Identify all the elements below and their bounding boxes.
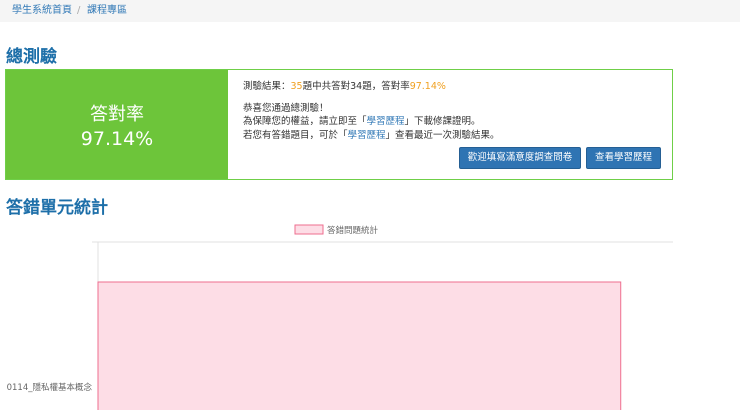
score-panel: 答對率 97.14% (6, 70, 228, 179)
congrats-message: 恭喜您通過總測驗！ (243, 103, 329, 114)
learning-history-link[interactable]: 學習歷程 (367, 116, 405, 127)
exam-result-box: 答對率 97.14% 測驗結果：35題中共答對34題，答對率97.14% 恭喜您… (5, 69, 673, 180)
score-label: 答對率 (90, 104, 144, 125)
breadcrumb-home-link[interactable]: 學生系統首頁 (12, 0, 72, 22)
line3-text-before: 若您有答錯題目，可於「 (243, 130, 348, 141)
legend-swatch (294, 224, 324, 235)
line2-text-before: 為保障您的權益，請立即至「 (243, 116, 367, 127)
breadcrumb: 學生系統首頁 / 課程專區 (0, 0, 740, 22)
chart-legend: 答錯問題統計 (294, 224, 379, 236)
chart-bar (97, 281, 622, 410)
breadcrumb-separator: / (77, 5, 81, 16)
view-learning-history-button[interactable]: 查看學習歷程 (586, 147, 661, 169)
chart-y-labels: 0114_隱私權基本概念 (7, 382, 93, 393)
wrong-answers-chart: 答錯問題統計 0114_隱私權基本概念 (7, 224, 673, 410)
result-rate: 97.14% (409, 81, 446, 92)
exam-section-title: 總測驗 (6, 47, 57, 67)
line3-text-after: 」查看最近一次測驗結果。 (385, 130, 500, 141)
line2-text-after: 」下載修課證明。 (404, 116, 481, 127)
result-middle: 題中共答對34題，答對率 (302, 81, 410, 92)
stats-section-title: 答錯單元統計 (6, 198, 108, 218)
chart-bars (97, 281, 622, 410)
score-value: 97.14% (80, 128, 154, 150)
legend-label: 答錯問題統計 (327, 225, 379, 236)
result-prefix: 測驗結果： (243, 81, 291, 92)
download-certificate-message: 為保障您的權益，請立即至「學習歷程」下載修課證明。 (243, 113, 481, 127)
result-total: 35 (290, 81, 303, 92)
survey-button[interactable]: 歡迎填寫滿意度調查問卷 (459, 147, 581, 169)
review-results-message: 若您有答錯題目，可於「學習歷程」查看最近一次測驗結果。 (243, 127, 500, 141)
chart-category-label: 0114_隱私權基本概念 (7, 382, 93, 393)
learning-history-link-2[interactable]: 學習歷程 (348, 130, 386, 141)
result-summary: 測驗結果：35題中共答對34題，答對率97.14% (243, 78, 446, 92)
breadcrumb-current[interactable]: 課程專區 (87, 0, 127, 22)
